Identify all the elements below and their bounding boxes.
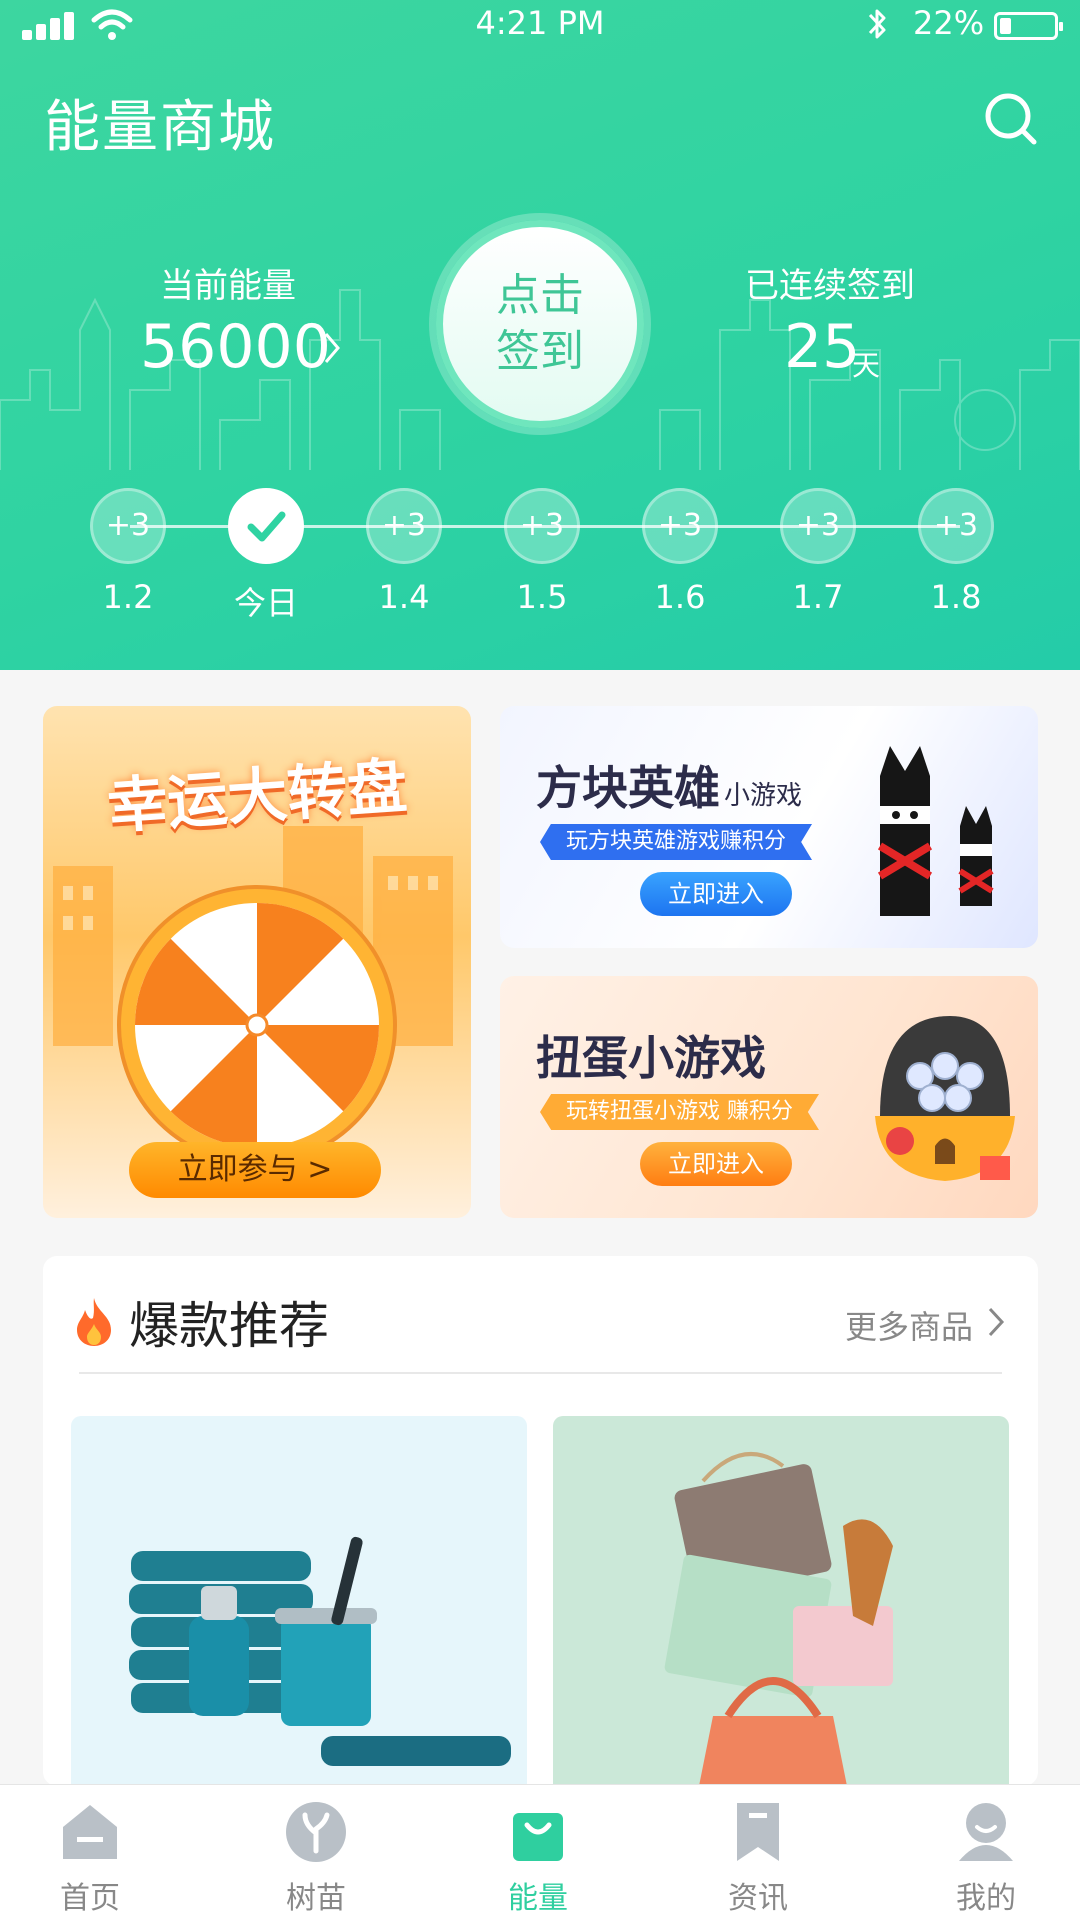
- day-date: 1.7: [792, 578, 844, 616]
- block-hero-subtitle: 玩方块英雄游戏赚积分: [540, 824, 813, 860]
- checkin-day: +3 1.8: [916, 488, 996, 616]
- tab-label: 我的: [956, 1881, 1016, 1916]
- energy-value[interactable]: 56000: [140, 312, 331, 382]
- streak-days: 25: [784, 312, 861, 382]
- checkin-day: +3 1.4: [364, 488, 444, 616]
- section-title: 爆款推荐: [129, 1297, 329, 1355]
- day-reward-badge: +3: [90, 488, 166, 564]
- day-reward-badge: +3: [780, 488, 856, 564]
- lucky-wheel-join-button[interactable]: 立即参与 >: [129, 1142, 381, 1198]
- search-icon[interactable]: [982, 90, 1040, 148]
- fire-icon: [77, 1298, 111, 1346]
- gacha-title: 扭蛋小游戏: [536, 1031, 766, 1085]
- bath-set-image: [129, 1536, 511, 1766]
- home-icon: [57, 1799, 123, 1865]
- tab-shopping-bag[interactable]: 能量: [478, 1799, 598, 1917]
- tab-bookmark[interactable]: 资讯: [698, 1799, 818, 1917]
- battery-icon: [994, 12, 1063, 40]
- bluetooth-icon: [868, 9, 886, 39]
- tab-label: 树苗: [286, 1881, 346, 1916]
- battery-percent: 22%: [913, 4, 985, 42]
- energy-label: 当前能量: [160, 266, 296, 306]
- checkin-label: 点击签到: [496, 270, 584, 377]
- gacha-machine-icon: [875, 1016, 1015, 1181]
- tab-label: 首页: [60, 1881, 120, 1916]
- day-date: 1.6: [654, 578, 706, 616]
- day-reward-badge: +3: [918, 488, 994, 564]
- checkmark-icon: [228, 488, 304, 564]
- bottom-tab-bar: 首页 树苗 能量 资讯 我的: [0, 1784, 1080, 1920]
- checkin-day: +3 1.7: [778, 488, 858, 616]
- chevron-right-icon[interactable]: [318, 328, 346, 368]
- checkin-day: +3 1.2: [88, 488, 168, 616]
- tab-home[interactable]: 首页: [30, 1799, 150, 1917]
- block-hero-enter-button[interactable]: 立即进入: [640, 872, 792, 916]
- tab-sapling[interactable]: 树苗: [256, 1799, 376, 1917]
- gacha-subtitle: 玩转扭蛋小游戏 赚积分: [540, 1094, 819, 1130]
- streak-label: 已连续签到: [745, 266, 915, 306]
- sapling-icon: [283, 1799, 349, 1865]
- energy-header: 4:21 PM 22% 能量商城 当前能量 56000 点击签到 已连续签到 2…: [0, 0, 1080, 670]
- tab-label: 能量: [508, 1881, 568, 1916]
- chevron-right-icon[interactable]: [987, 1306, 1005, 1338]
- checkin-day: 今日: [226, 488, 306, 624]
- day-reward-badge: +3: [642, 488, 718, 564]
- lucky-wheel-card[interactable]: 幸运大转盘 立即参与 >: [43, 706, 471, 1218]
- ninja-character-icon: [877, 746, 994, 916]
- gacha-game-card[interactable]: 扭蛋小游戏 玩转扭蛋小游戏 赚积分 立即进入: [500, 976, 1038, 1218]
- gacha-enter-button[interactable]: 立即进入: [640, 1142, 792, 1186]
- prize-wheel-icon: [117, 885, 397, 1165]
- page-title: 能量商城: [44, 95, 276, 160]
- checkin-day: +3 1.6: [640, 488, 720, 616]
- streak-unit: 天: [852, 349, 881, 382]
- day-reward-badge: +3: [504, 488, 580, 564]
- day-date: 1.5: [516, 578, 568, 616]
- checkin-button[interactable]: 点击签到: [436, 220, 644, 428]
- tab-label: 资讯: [728, 1881, 788, 1916]
- divider: [79, 1372, 1002, 1374]
- tab-profile[interactable]: 我的: [926, 1799, 1046, 1917]
- handbags-image: [664, 1452, 893, 1786]
- shopping-bag-icon: [505, 1799, 571, 1865]
- day-reward-badge: +3: [366, 488, 442, 564]
- product-card-handbags[interactable]: [553, 1416, 1009, 1786]
- hot-recommendations-section: 爆款推荐 更多商品: [43, 1256, 1038, 1786]
- product-card-bath-set[interactable]: [71, 1416, 527, 1786]
- day-date: 1.2: [102, 578, 154, 616]
- day-date: 1.4: [378, 578, 430, 616]
- checkin-day: +3 1.5: [502, 488, 582, 616]
- profile-icon: [953, 1799, 1019, 1865]
- status-bar: 4:21 PM 22%: [0, 0, 1080, 50]
- day-date: 1.8: [930, 578, 982, 616]
- block-hero-card[interactable]: 方块英雄 小游戏 玩方块英雄游戏赚积分 立即进入: [500, 706, 1038, 948]
- bookmark-icon: [725, 1799, 791, 1865]
- day-date: 今日: [233, 584, 298, 622]
- more-products-link[interactable]: 更多商品: [845, 1302, 973, 1348]
- block-hero-title: 方块英雄 小游戏: [536, 761, 803, 815]
